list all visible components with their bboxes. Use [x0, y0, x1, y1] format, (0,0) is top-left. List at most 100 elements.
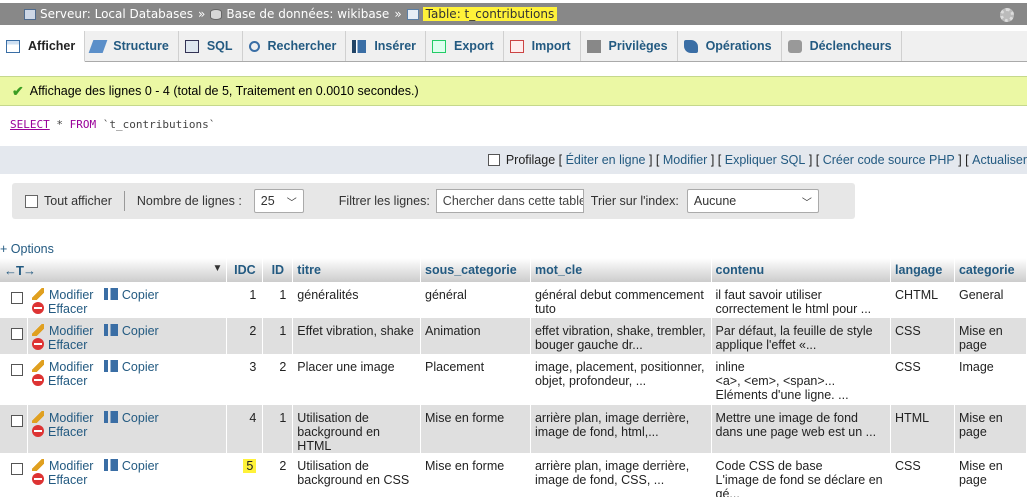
- delete-row-button[interactable]: Effacer: [32, 302, 87, 316]
- cell-idc[interactable]: 1: [226, 282, 264, 318]
- copy-row-button[interactable]: Copier: [103, 324, 159, 338]
- cell-categorie[interactable]: Mise en page: [954, 453, 1027, 497]
- tab-import[interactable]: Import: [504, 31, 581, 61]
- cell-id[interactable]: 1: [262, 318, 294, 354]
- cell-mot-cle[interactable]: arrière plan, image derrière, image de f…: [530, 405, 712, 453]
- cell-idc[interactable]: 5: [226, 453, 264, 497]
- options-toggle[interactable]: + Options: [0, 242, 54, 256]
- row-checkbox[interactable]: [11, 415, 23, 427]
- profiling-checkbox[interactable]: [487, 154, 500, 166]
- cell-mot-cle[interactable]: image, placement, positionner, objet, pr…: [530, 354, 712, 405]
- cell-contenu[interactable]: Code CSS de base L'image de fond se décl…: [711, 453, 892, 497]
- cell-titre[interactable]: Placer une image: [292, 354, 422, 405]
- delete-row-button[interactable]: Effacer: [32, 473, 87, 487]
- cell-id[interactable]: 1: [262, 405, 294, 453]
- cell-categorie[interactable]: General: [954, 282, 1027, 318]
- tab-rechercher[interactable]: Rechercher: [243, 31, 347, 61]
- cell-sous-categorie[interactable]: Mise en forme: [420, 453, 531, 497]
- cell-mot-cle[interactable]: effet vibration, shake, trembler, bouger…: [530, 318, 712, 354]
- cell-titre[interactable]: généralités: [292, 282, 422, 318]
- cell-contenu[interactable]: inline <a>, <em>, <span>... Eléments d'u…: [711, 354, 892, 405]
- column-header-sous-categorie[interactable]: sous_categorie: [420, 258, 531, 282]
- row-checkbox[interactable]: [11, 364, 23, 376]
- edit-query-link[interactable]: Modifier: [663, 153, 707, 167]
- create-php-link[interactable]: Créer code source PHP: [823, 153, 955, 167]
- cell-id[interactable]: 2: [262, 354, 294, 405]
- pencil-icon: [32, 324, 44, 336]
- explain-sql-link[interactable]: Expliquer SQL: [725, 153, 806, 167]
- edit-row-button[interactable]: Modifier: [32, 459, 93, 473]
- column-resize-arrows-icon[interactable]: ←T→: [4, 263, 36, 278]
- row-checkbox[interactable]: [11, 292, 23, 304]
- edit-row-button[interactable]: Modifier: [32, 360, 93, 374]
- delete-row-button[interactable]: Effacer: [32, 374, 87, 388]
- cell-sous-categorie[interactable]: Placement: [420, 354, 531, 405]
- triggers-icon: [787, 39, 802, 53]
- cell-langage[interactable]: CSS: [890, 354, 955, 405]
- column-header-langage[interactable]: langage: [890, 258, 955, 282]
- cell-id[interactable]: 1: [262, 282, 294, 318]
- cell-langage[interactable]: CSS: [890, 453, 955, 497]
- column-header-contenu[interactable]: contenu: [711, 258, 892, 282]
- breadcrumb-server[interactable]: Serveur: Local Databases: [40, 7, 193, 21]
- cell-contenu[interactable]: Par défaut, la feuille de style applique…: [711, 318, 892, 354]
- sort-index-select[interactable]: Aucune ﹀: [686, 189, 819, 213]
- refresh-link[interactable]: Actualiser: [972, 153, 1027, 167]
- breadcrumb-table[interactable]: Table: t_contributions: [422, 7, 558, 21]
- cell-titre[interactable]: Utilisation de background en CSS: [292, 453, 422, 497]
- gear-icon[interactable]: [1000, 8, 1014, 22]
- cell-idc[interactable]: 3: [226, 354, 264, 405]
- tab-sql[interactable]: SQL: [179, 31, 243, 61]
- cell-contenu[interactable]: Mettre une image de fond dans une page w…: [711, 405, 892, 453]
- column-header-id[interactable]: ID: [262, 258, 294, 282]
- cell-categorie[interactable]: Mise en page: [954, 405, 1027, 453]
- row-checkbox[interactable]: [11, 328, 23, 340]
- tab-operations[interactable]: Opérations: [678, 31, 782, 61]
- cell-langage[interactable]: CSS: [890, 318, 955, 354]
- breadcrumb-database[interactable]: Base de données: wikibase: [226, 7, 389, 21]
- column-header-idc[interactable]: IDC: [226, 258, 264, 282]
- tab-label: Déclencheurs: [809, 39, 892, 53]
- sql-keyword-select[interactable]: SELECT: [10, 118, 50, 131]
- cell-titre[interactable]: Utilisation de background en HTML: [292, 405, 422, 453]
- tab-declencheurs[interactable]: Déclencheurs: [782, 31, 902, 61]
- cell-id[interactable]: 2: [262, 453, 294, 497]
- show-all-checkbox[interactable]: [25, 194, 38, 208]
- triangle-down-icon[interactable]: ▼: [212, 263, 222, 274]
- rows-select[interactable]: 25 ﹀: [253, 189, 304, 213]
- tab-inserer[interactable]: Insérer: [346, 31, 427, 61]
- copy-row-button[interactable]: Copier: [103, 360, 159, 374]
- edit-row-button[interactable]: Modifier: [32, 411, 93, 425]
- cell-idc[interactable]: 2: [226, 318, 264, 354]
- column-header-categorie[interactable]: categorie: [954, 258, 1027, 282]
- cell-sous-categorie[interactable]: Animation: [420, 318, 531, 354]
- cell-mot-cle[interactable]: général debut commencement tuto: [530, 282, 712, 318]
- filter-input[interactable]: Chercher dans cette table: [435, 189, 584, 213]
- tab-privileges[interactable]: Privilèges: [581, 31, 678, 61]
- row-checkbox[interactable]: [11, 463, 23, 475]
- delete-row-button[interactable]: Effacer: [32, 425, 87, 439]
- cell-sous-categorie[interactable]: Mise en forme: [420, 405, 531, 453]
- cell-titre[interactable]: Effet vibration, shake: [292, 318, 422, 354]
- column-header-titre[interactable]: titre: [292, 258, 422, 282]
- cell-sous-categorie[interactable]: général: [420, 282, 531, 318]
- cell-langage[interactable]: HTML: [890, 405, 955, 453]
- tab-export[interactable]: Export: [426, 31, 504, 61]
- column-header-mot-cle[interactable]: mot_cle: [530, 258, 712, 282]
- cell-langage[interactable]: CHTML: [890, 282, 955, 318]
- cell-categorie[interactable]: Image: [954, 354, 1027, 405]
- copy-row-button[interactable]: Copier: [103, 288, 159, 302]
- copy-row-button[interactable]: Copier: [103, 459, 159, 473]
- tab-bar: Afficher Structure SQL Rechercher Insére…: [0, 31, 1027, 62]
- tab-structure[interactable]: Structure: [85, 31, 179, 61]
- cell-categorie[interactable]: Mise en page: [954, 318, 1027, 354]
- cell-mot-cle[interactable]: arrière plan, image derrière, image de f…: [530, 453, 712, 497]
- edit-row-button[interactable]: Modifier: [32, 324, 93, 338]
- edit-inline-link[interactable]: Éditer en ligne: [566, 153, 646, 167]
- copy-row-button[interactable]: Copier: [103, 411, 159, 425]
- edit-row-button[interactable]: Modifier: [32, 288, 93, 302]
- cell-contenu[interactable]: il faut savoir utiliser correctement le …: [711, 282, 892, 318]
- tab-afficher[interactable]: Afficher: [0, 31, 86, 62]
- cell-idc[interactable]: 4: [226, 405, 264, 453]
- delete-row-button[interactable]: Effacer: [32, 338, 87, 352]
